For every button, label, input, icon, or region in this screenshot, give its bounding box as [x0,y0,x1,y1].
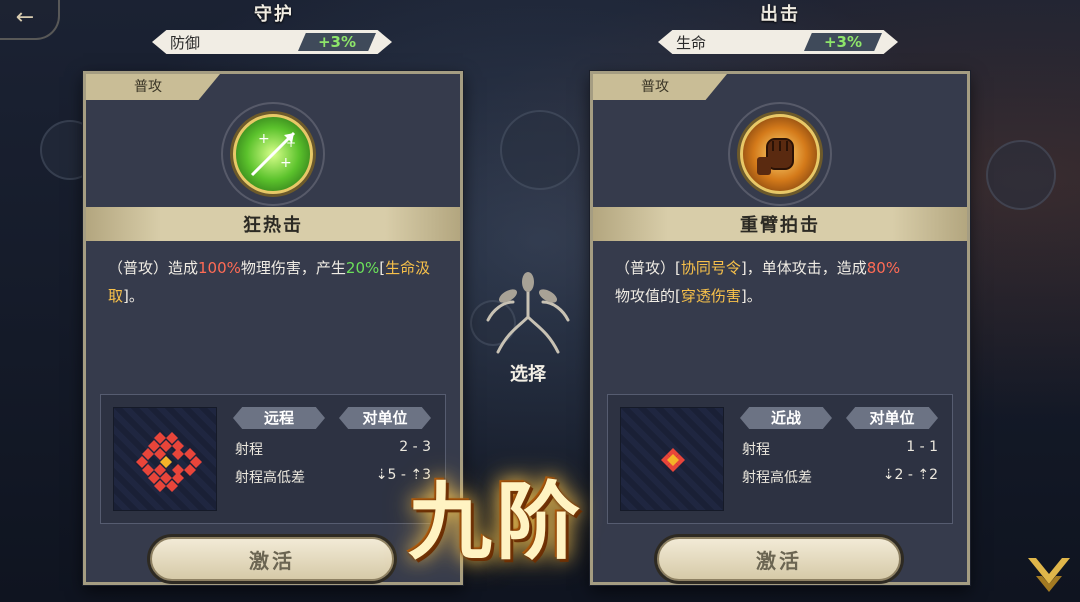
left-range-type: 远程 [233,407,325,429]
arrow-heal-icon: + + + [233,114,313,194]
left-skill-card[interactable]: 普攻 + + + 狂热击 （普攻）造成100%物理伤害，产生20%[生命汲取]。 [83,71,463,585]
right-skill-tag: 普攻 [593,74,727,100]
range-label: 射程 [235,442,263,458]
fist-glyph [757,138,794,175]
desc-text: （普攻）[ [615,259,681,277]
select-label: 选择 [510,364,546,385]
desc-keyword-link[interactable]: 穿透伤害 [681,287,741,305]
right-skill-card[interactable]: 普攻 重臂拍击 （普攻）[协同号令]，单体攻击，造成80% 物攻值的[穿透伤害]。 [590,71,970,585]
tree-emblem-icon [486,272,570,354]
bg-node-icon [500,110,580,190]
desc-text: （普攻）造成 [108,259,199,277]
left-skill-name: 狂热击 [243,215,303,236]
desc-damage-value: 100% [198,259,241,277]
height-label: 射程高低差 [235,470,305,486]
right-range-box: 近战 对单位 射程 1 - 1 射程高低差 ⇣2 - ⇡2 [607,394,953,524]
right-skill-description: （普攻）[协同号令]，单体攻击，造成80% 物攻值的[穿透伤害]。 [615,254,943,310]
right-name-band: 重臂拍击 [593,207,967,241]
desc-text: ]。 [740,287,762,305]
left-range-box: 远程 对单位 射程 2 - 3 射程高低差 ⇣5 - ⇡3 [100,394,446,524]
desc-heal-value: 20% [345,259,380,277]
right-range-target: 对单位 [846,407,938,429]
left-skill-description: （普攻）造成100%物理伤害，产生20%[生命汲取]。 [108,254,436,310]
desc-keyword-link[interactable]: 协同号令 [681,259,741,277]
bg-node-icon [986,140,1056,210]
left-range-grid [113,407,217,511]
height-value: ⇣2 - ⇡2 [882,467,938,483]
left-range-target: 对单位 [339,407,431,429]
back-arrow-icon: ← [15,4,35,30]
desc-text: 物理伤害，产生 [240,259,346,277]
desc-text: ]。 [123,287,144,305]
left-range-row: 射程 2 - 3 [235,439,431,459]
fist-icon [740,114,820,194]
right-option-title: 出击 [760,4,800,25]
back-button[interactable]: ← [0,0,60,40]
right-skill-name: 重臂拍击 [740,215,820,236]
expand-chevron-icon[interactable] [1024,550,1074,596]
right-range-grid [620,407,724,511]
left-stat-value: +3% [298,33,376,51]
desc-damage-value: 80% [866,259,901,277]
right-stat-bar: 生命 +3% [658,30,898,54]
left-activate-button[interactable]: 激活 [150,537,394,581]
desc-text: 物攻值的[ [615,287,681,305]
left-range-diamonds [136,432,202,492]
right-stat-value: +3% [804,33,882,51]
desc-text: ]，单体攻击，造成 [740,259,867,277]
left-stat-bar: 防御 +3% [152,30,392,54]
svg-text:+: + [280,155,292,171]
left-stat-label: 防御 [170,33,201,52]
left-height-row: 射程高低差 ⇣5 - ⇡3 [235,467,431,487]
right-activate-button[interactable]: 激活 [657,537,901,581]
svg-text:+: + [258,131,270,147]
left-name-band: 狂热击 [86,207,460,241]
right-stat-label: 生命 [676,33,707,52]
left-skill-tag: 普攻 [86,74,220,100]
range-value: 1 - 1 [906,439,938,455]
left-option-title: 守护 [254,4,294,25]
height-label: 射程高低差 [742,470,812,486]
right-range-type: 近战 [740,407,832,429]
arrow-heal-glyph: + + + [250,131,296,177]
right-range-diamonds [661,448,685,472]
range-label: 射程 [742,442,770,458]
svg-text:+: + [286,136,296,150]
rank-overlay-text: 九阶 [408,473,585,571]
right-range-row: 射程 1 - 1 [742,439,938,459]
right-height-row: 射程高低差 ⇣2 - ⇡2 [742,467,938,487]
